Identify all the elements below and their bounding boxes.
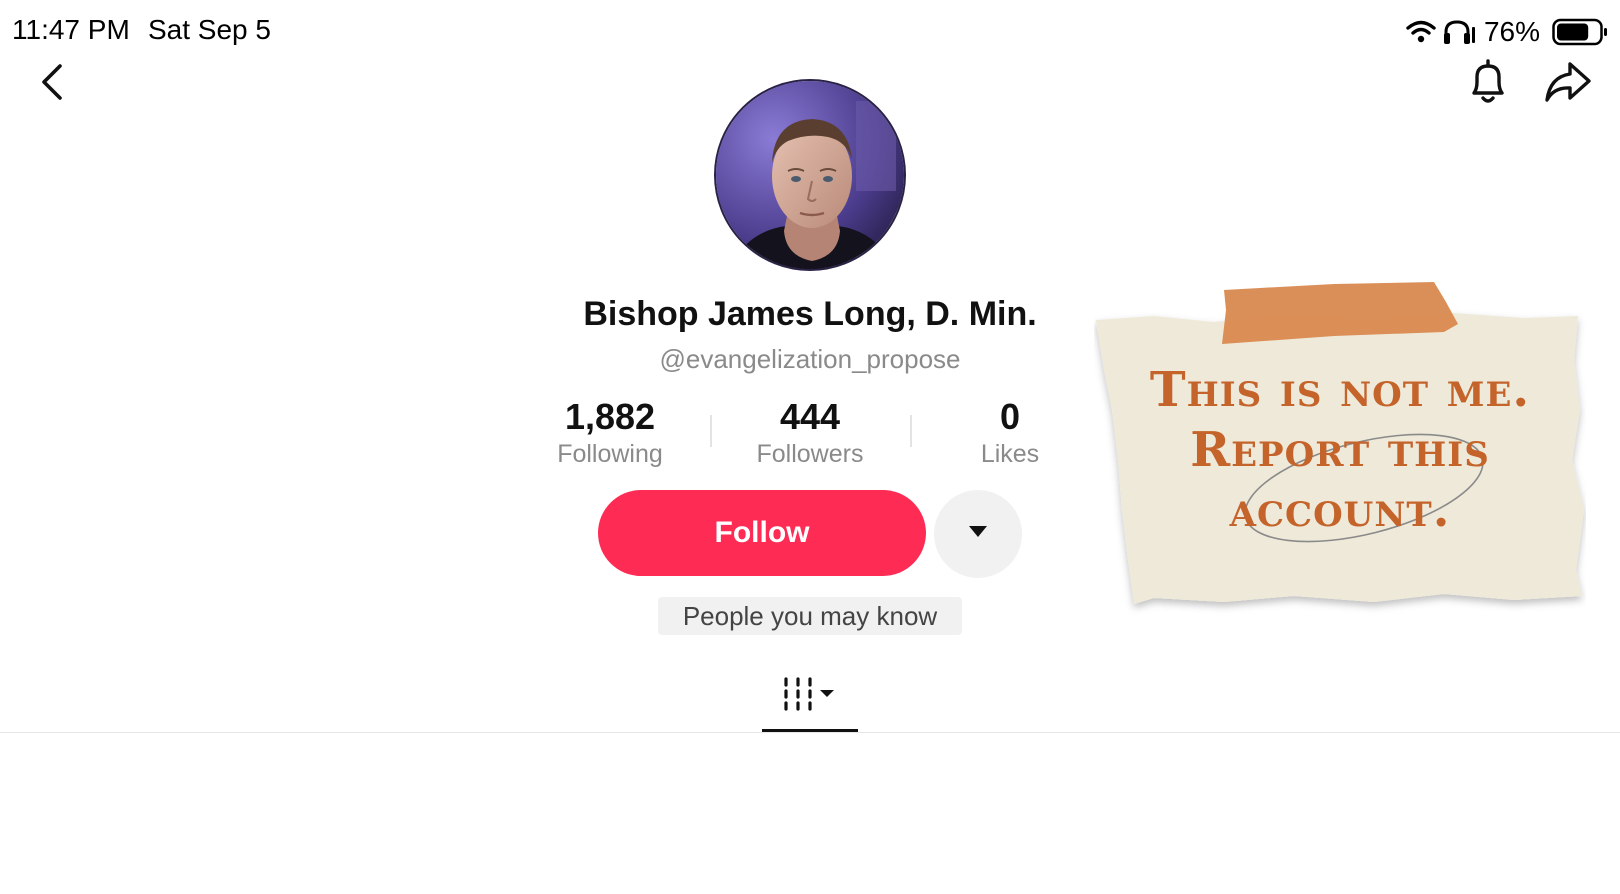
- battery-percent: 76%: [1483, 16, 1540, 47]
- headphones-icon: [1442, 19, 1476, 45]
- profile-avatar[interactable]: [714, 79, 906, 271]
- back-button[interactable]: [32, 62, 72, 106]
- follow-button[interactable]: Follow: [598, 490, 926, 576]
- notification-bell-button[interactable]: [1464, 58, 1512, 110]
- stat-value: 1,882: [564, 396, 656, 437]
- people-you-may-know-chip[interactable]: People you may know: [658, 597, 962, 635]
- stat-likes[interactable]: 0 Likes: [910, 395, 1110, 469]
- suggested-accounts-toggle[interactable]: [934, 490, 1022, 578]
- display-name: Bishop James Long, D. Min.: [583, 295, 1037, 333]
- stat-value: 0: [999, 396, 1021, 437]
- username-handle: @evangelization_propose: [659, 344, 961, 374]
- stat-divider: [910, 415, 912, 447]
- battery-icon: [1552, 18, 1608, 46]
- caret-down-icon: [968, 525, 988, 544]
- back-chevron-icon: [38, 62, 66, 107]
- note-line: Report this: [1190, 422, 1490, 478]
- status-date: Sat Sep 5: [148, 14, 271, 45]
- video-grid-icon: [778, 676, 842, 721]
- profile-stats: 1,882 Following 444 Followers 0 Likes: [510, 395, 1110, 469]
- status-indicators: 76%: [1406, 14, 1608, 50]
- note-line: account.: [1229, 482, 1451, 538]
- note-line: This is not me.: [1149, 362, 1531, 418]
- warning-note-text: This is not me. Report this account.: [1120, 360, 1560, 540]
- stat-followers[interactable]: 444 Followers: [710, 395, 910, 469]
- status-time: 11:47 PM: [12, 14, 130, 45]
- share-arrow-icon: [1544, 60, 1592, 109]
- share-button[interactable]: [1542, 58, 1594, 110]
- stat-label: Likes: [980, 440, 1040, 468]
- stat-value: 444: [779, 396, 841, 437]
- stat-following[interactable]: 1,882 Following: [510, 395, 710, 469]
- tab-divider: [0, 732, 1620, 733]
- stat-label: Followers: [756, 440, 864, 468]
- stat-label: Following: [557, 440, 663, 468]
- stat-divider: [710, 415, 712, 447]
- bell-icon: [1466, 58, 1510, 111]
- wifi-icon: [1406, 20, 1436, 44]
- tab-videos[interactable]: [762, 662, 858, 732]
